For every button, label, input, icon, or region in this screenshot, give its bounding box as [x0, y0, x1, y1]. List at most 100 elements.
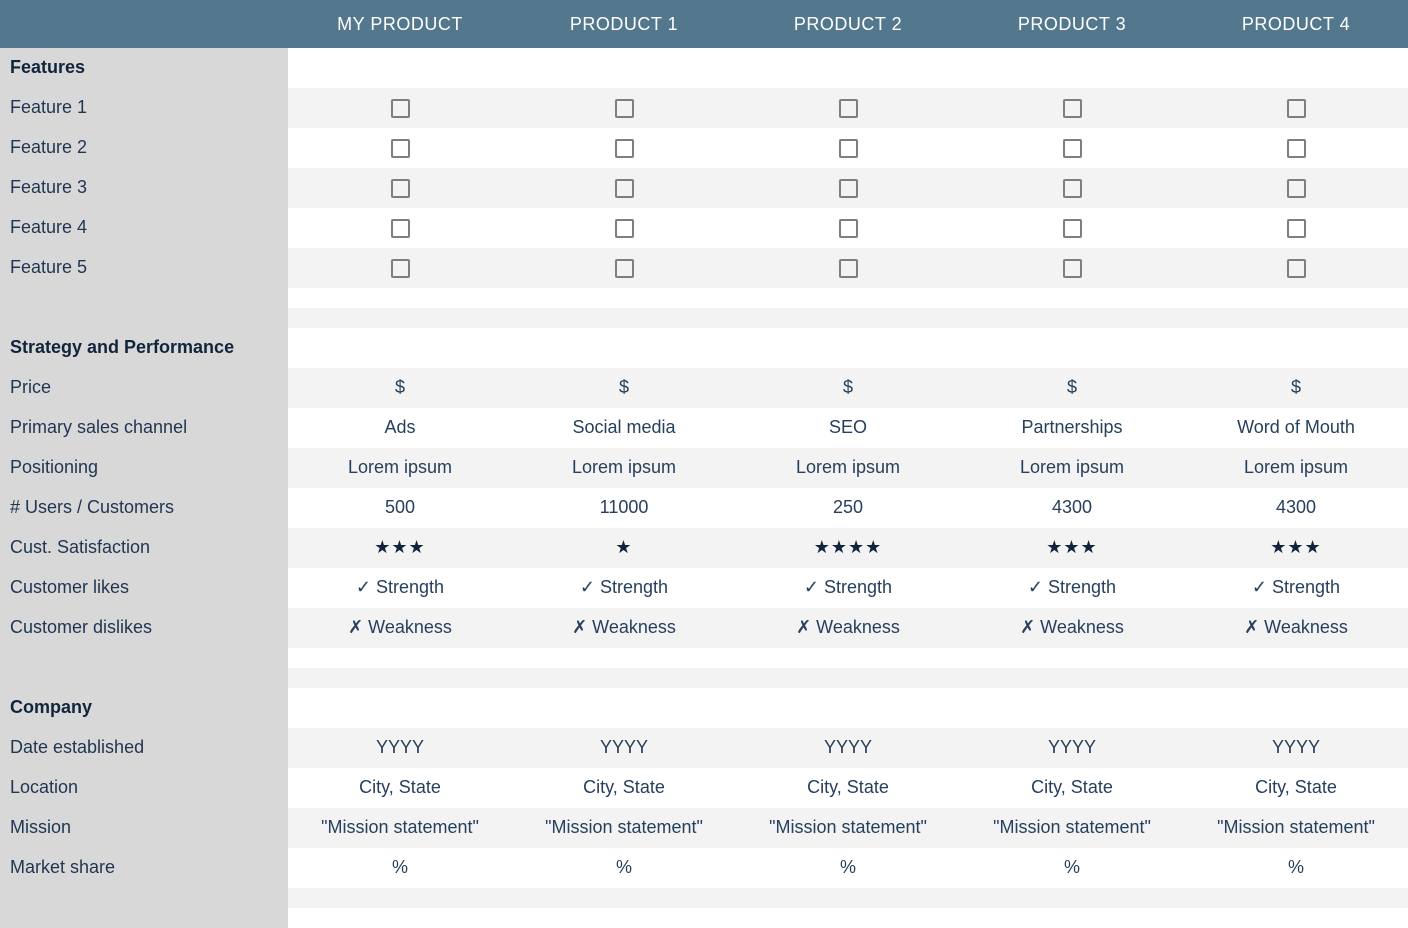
cell[interactable] [1184, 128, 1408, 168]
checkbox-icon[interactable] [1287, 259, 1306, 278]
spacer-cell [960, 888, 1184, 908]
table-row: Primary sales channelAdsSocial mediaSEOP… [0, 408, 1408, 448]
cell[interactable] [512, 208, 736, 248]
empty-cell [512, 328, 736, 368]
cell: ✓ Strength [512, 568, 736, 608]
checkbox-icon[interactable] [391, 219, 410, 238]
spacer-cell [288, 648, 512, 668]
row-label: Feature 1 [0, 88, 288, 128]
cell[interactable] [1184, 168, 1408, 208]
checkbox-icon[interactable] [615, 219, 634, 238]
column-header: PRODUCT 4 [1184, 0, 1408, 48]
cell: ✗ Weakness [736, 608, 960, 648]
cell: Social media [512, 408, 736, 448]
row-label: Primary sales channel [0, 408, 288, 448]
column-header: PRODUCT 1 [512, 0, 736, 48]
cell[interactable] [960, 208, 1184, 248]
checkbox-icon[interactable] [1063, 259, 1082, 278]
cell[interactable] [512, 168, 736, 208]
cell[interactable] [960, 168, 1184, 208]
cell: 4300 [960, 488, 1184, 528]
cell: City, State [1184, 768, 1408, 808]
spacer-cell [1184, 908, 1408, 928]
cell[interactable] [736, 88, 960, 128]
empty-cell [1184, 688, 1408, 728]
checkbox-icon[interactable] [391, 179, 410, 198]
cell[interactable] [1184, 208, 1408, 248]
cell: YYYY [1184, 728, 1408, 768]
comparison-table: MY PRODUCT PRODUCT 1 PRODUCT 2 PRODUCT 3… [0, 0, 1408, 928]
spacer-cell [0, 888, 288, 908]
cell[interactable] [960, 88, 1184, 128]
spacer-cell [0, 648, 288, 668]
empty-cell [1184, 48, 1408, 88]
checkbox-icon[interactable] [1287, 219, 1306, 238]
row-label: Market share [0, 848, 288, 888]
cell: ✗ Weakness [1184, 608, 1408, 648]
cell[interactable] [512, 128, 736, 168]
spacer-cell [288, 288, 512, 308]
cell: "Mission statement" [960, 808, 1184, 848]
checkbox-icon[interactable] [1287, 139, 1306, 158]
cell: ✗ Weakness [960, 608, 1184, 648]
corner-cell [0, 0, 288, 48]
cell[interactable] [288, 88, 512, 128]
star-rating: ★★★ [374, 537, 425, 557]
cell: SEO [736, 408, 960, 448]
checkbox-icon[interactable] [1287, 99, 1306, 118]
checkbox-icon[interactable] [615, 179, 634, 198]
cell: Partnerships [960, 408, 1184, 448]
cell: $ [512, 368, 736, 408]
checkbox-icon[interactable] [1063, 219, 1082, 238]
checkbox-icon[interactable] [839, 179, 858, 198]
table-row: LocationCity, StateCity, StateCity, Stat… [0, 768, 1408, 808]
cell[interactable] [288, 128, 512, 168]
cell[interactable] [736, 208, 960, 248]
spacer-cell [1184, 308, 1408, 328]
checkbox-icon[interactable] [391, 259, 410, 278]
cell[interactable] [1184, 248, 1408, 288]
checkbox-icon[interactable] [391, 99, 410, 118]
checkbox-icon[interactable] [839, 99, 858, 118]
checkbox-icon[interactable] [615, 99, 634, 118]
cell[interactable] [288, 208, 512, 248]
checkbox-icon[interactable] [1063, 179, 1082, 198]
cell[interactable] [736, 128, 960, 168]
checkbox-icon[interactable] [391, 139, 410, 158]
cell: Lorem ipsum [288, 448, 512, 488]
checkbox-icon[interactable] [839, 259, 858, 278]
table-row: Feature 3 [0, 168, 1408, 208]
cell[interactable] [960, 248, 1184, 288]
row-label: Feature 2 [0, 128, 288, 168]
cell[interactable] [1184, 88, 1408, 128]
cell: ✓ Strength [1184, 568, 1408, 608]
checkbox-icon[interactable] [839, 139, 858, 158]
cell[interactable] [512, 88, 736, 128]
empty-cell [736, 328, 960, 368]
cell: 11000 [512, 488, 736, 528]
row-label: Date established [0, 728, 288, 768]
cell[interactable] [736, 168, 960, 208]
spacer-cell [736, 308, 960, 328]
checkbox-icon[interactable] [615, 139, 634, 158]
cell: $ [288, 368, 512, 408]
star-rating: ★★★ [1270, 537, 1321, 557]
checkbox-icon[interactable] [1287, 179, 1306, 198]
checkbox-icon[interactable] [1063, 139, 1082, 158]
cell: % [1184, 848, 1408, 888]
cell[interactable] [960, 128, 1184, 168]
star-rating: ★★★ [1046, 537, 1097, 557]
checkbox-icon[interactable] [1063, 99, 1082, 118]
cell[interactable] [288, 168, 512, 208]
table-row: Feature 5 [0, 248, 1408, 288]
cell[interactable] [512, 248, 736, 288]
spacer-cell [960, 288, 1184, 308]
row-label: Customer likes [0, 568, 288, 608]
spacer-cell [0, 668, 288, 688]
spacer-cell [736, 648, 960, 668]
checkbox-icon[interactable] [615, 259, 634, 278]
cell[interactable] [736, 248, 960, 288]
cell: YYYY [960, 728, 1184, 768]
checkbox-icon[interactable] [839, 219, 858, 238]
cell[interactable] [288, 248, 512, 288]
